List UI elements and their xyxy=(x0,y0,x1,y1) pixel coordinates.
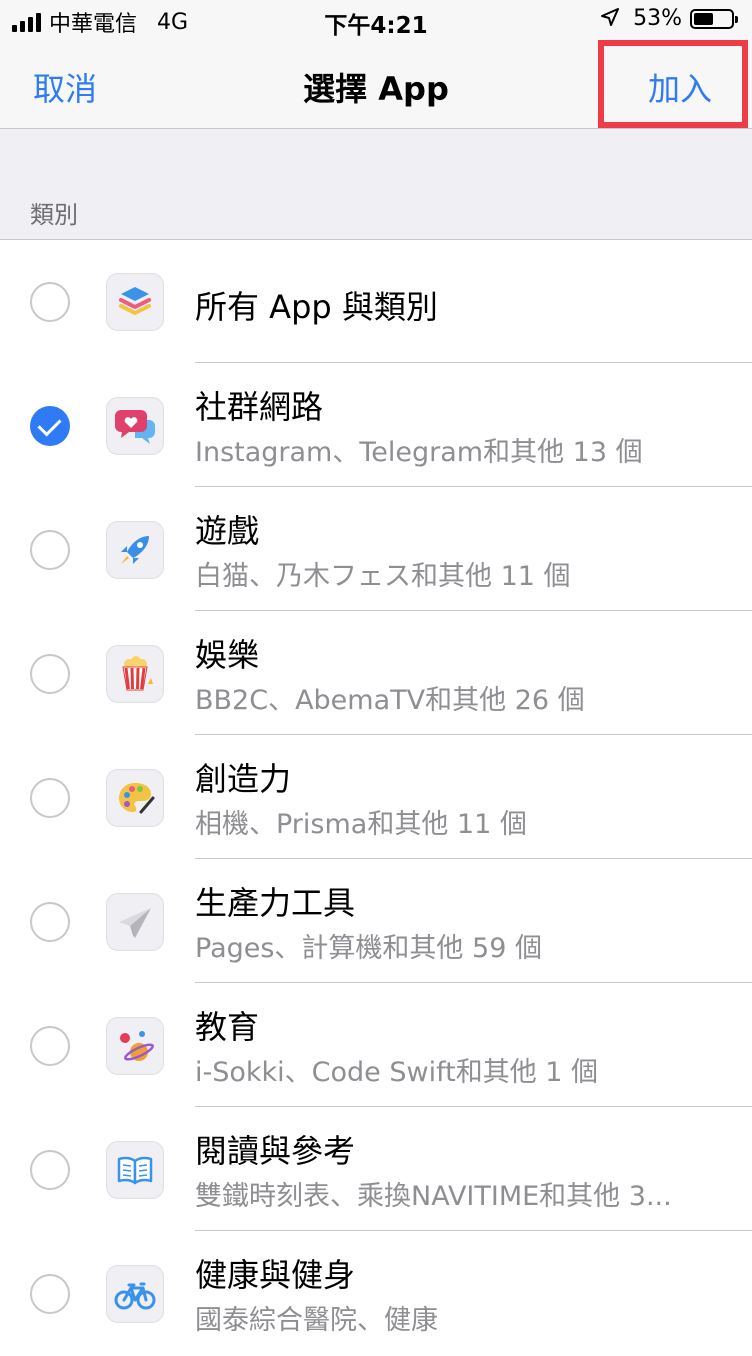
row-separator xyxy=(195,362,752,363)
category-row-social[interactable]: 社群網路 Instagram、Telegram和其他 13 個 xyxy=(0,364,752,488)
section-header: 類別 xyxy=(0,129,752,240)
category-subtitle: Pages、計算機和其他 59 個 xyxy=(195,933,542,964)
add-button[interactable]: 加入 xyxy=(648,64,712,110)
category-title: 生產力工具 xyxy=(195,884,356,922)
battery-icon xyxy=(690,8,738,29)
category-subtitle: 雙鐵時刻表、乘換NAVITIME和其他 3... xyxy=(195,1181,672,1212)
row-separator xyxy=(195,982,752,983)
section-label: 類別 xyxy=(30,201,78,229)
bicycle-icon xyxy=(106,1265,164,1323)
radio-button-checked[interactable] xyxy=(30,406,70,446)
popcorn-icon xyxy=(106,645,164,703)
category-row-all[interactable]: 所有 App 與類別 xyxy=(0,240,752,364)
category-title: 教育 xyxy=(195,1008,260,1046)
category-row-games[interactable]: 遊戲 白猫、乃木フェス和其他 11 個 xyxy=(0,488,752,612)
category-row-entertainment[interactable]: 娛樂 BB2C、AbemaTV和其他 26 個 xyxy=(0,612,752,736)
radio-button[interactable] xyxy=(30,1150,70,1190)
category-row-health[interactable]: 健康與健身 國泰綜合醫院、健康 xyxy=(0,1232,752,1356)
radio-button[interactable] xyxy=(30,1026,70,1066)
battery-tip xyxy=(735,15,738,23)
battery-level-fill xyxy=(694,12,713,25)
row-separator xyxy=(195,1230,752,1231)
category-row-creativity[interactable]: 創造力 相機、Prisma和其他 11 個 xyxy=(0,736,752,860)
row-separator xyxy=(195,1106,752,1107)
palette-icon xyxy=(106,769,164,827)
row-separator xyxy=(195,858,752,859)
row-separator xyxy=(195,486,752,487)
location-arrow-icon xyxy=(601,7,620,31)
radio-button[interactable] xyxy=(30,530,70,570)
category-title: 閱讀與參考 xyxy=(195,1132,356,1170)
radio-button[interactable] xyxy=(30,778,70,818)
rocket-icon xyxy=(106,521,164,579)
category-subtitle: 白猫、乃木フェス和其他 11 個 xyxy=(195,561,571,592)
radio-button[interactable] xyxy=(30,1274,70,1314)
status-bar: 中華電信 4G 下午4:21 53% xyxy=(0,0,752,40)
category-subtitle: 相機、Prisma和其他 11 個 xyxy=(195,809,527,840)
category-title: 所有 App 與類別 xyxy=(195,288,438,326)
battery-percent: 53% xyxy=(633,6,682,31)
category-subtitle: Instagram、Telegram和其他 13 個 xyxy=(195,437,643,468)
category-subtitle: BB2C、AbemaTV和其他 26 個 xyxy=(195,685,585,716)
status-right: 53% xyxy=(601,6,738,31)
category-row-productivity[interactable]: 生產力工具 Pages、計算機和其他 59 個 xyxy=(0,860,752,984)
category-subtitle: 國泰綜合醫院、健康 xyxy=(195,1305,438,1336)
row-separator xyxy=(195,610,752,611)
row-separator xyxy=(195,734,752,735)
category-row-education[interactable]: 教育 i-Sokki、Code Swift和其他 1 個 xyxy=(0,984,752,1108)
category-title: 社群網路 xyxy=(195,388,324,426)
category-title: 娛樂 xyxy=(195,636,260,674)
category-title: 創造力 xyxy=(195,760,292,798)
category-title: 健康與健身 xyxy=(195,1256,356,1294)
radio-button[interactable] xyxy=(30,902,70,942)
category-title: 遊戲 xyxy=(195,512,260,550)
radio-button[interactable] xyxy=(30,654,70,694)
category-row-reading[interactable]: 閱讀與參考 雙鐵時刻表、乘換NAVITIME和其他 3... xyxy=(0,1108,752,1232)
chat-heart-icon xyxy=(106,397,164,455)
radio-button[interactable] xyxy=(30,282,70,322)
navigation-bar: 取消 選擇 App 加入 xyxy=(0,40,752,129)
layers-stack-icon xyxy=(106,273,164,331)
category-subtitle: i-Sokki、Code Swift和其他 1 個 xyxy=(195,1057,599,1088)
planet-icon xyxy=(106,1017,164,1075)
open-book-icon xyxy=(106,1141,164,1199)
paper-plane-icon xyxy=(106,893,164,951)
